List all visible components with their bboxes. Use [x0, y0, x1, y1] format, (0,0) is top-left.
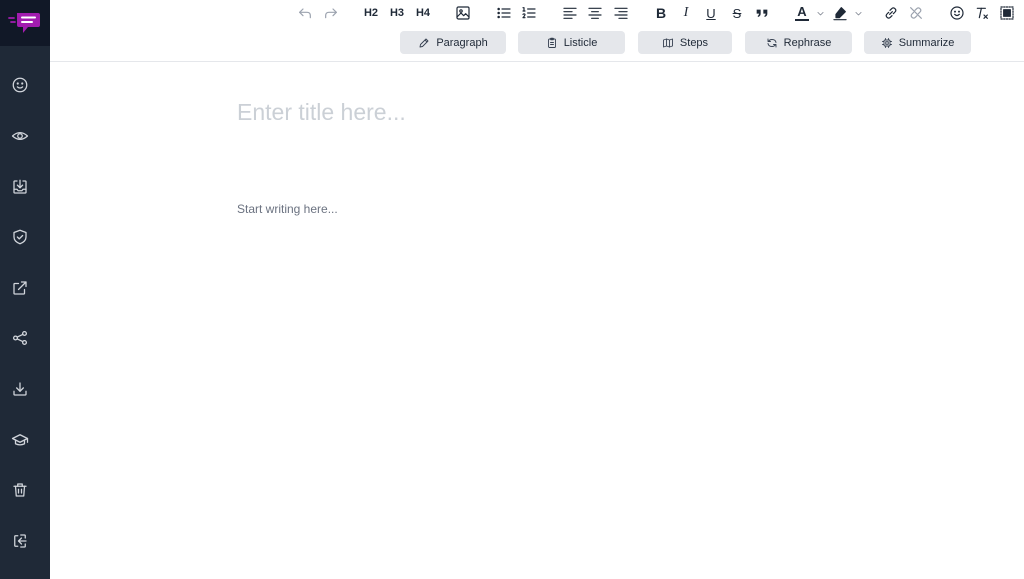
font-color-button[interactable]: A: [792, 3, 812, 23]
clear-formatting-button[interactable]: [973, 3, 991, 23]
font-color-dropdown[interactable]: [814, 3, 826, 23]
sidebar-item-import[interactable]: [10, 177, 30, 197]
sidebar-item-share[interactable]: [10, 328, 30, 348]
highlighter-icon: [833, 7, 847, 21]
redo-button[interactable]: [322, 3, 340, 23]
italic-button[interactable]: I: [677, 3, 695, 23]
unlink-button[interactable]: [907, 3, 925, 23]
bullet-list-icon: [497, 7, 511, 19]
quote-icon: [756, 9, 768, 17]
summarize-label: Summarize: [898, 36, 955, 49]
font-color-swatch: [795, 19, 809, 21]
editor-toolbar: H2 H3 H4 B I U S A Paragraph Listicle St…: [50, 0, 1024, 62]
map-icon: [662, 38, 673, 47]
align-right-icon: [614, 7, 628, 19]
sidebar-item-learn[interactable]: [10, 430, 30, 450]
title-input[interactable]: [237, 96, 837, 128]
smiley-icon: [12, 77, 28, 93]
select-all-button[interactable]: [998, 3, 1016, 23]
blockquote-button[interactable]: [753, 3, 771, 23]
underline-button[interactable]: U: [702, 3, 720, 23]
steps-label: Steps: [679, 36, 709, 49]
eye-icon: [11, 131, 29, 141]
undo-button[interactable]: [296, 3, 314, 23]
image-icon: [456, 6, 470, 20]
sidebar-item-open-external[interactable]: [10, 278, 30, 298]
insert-image-button[interactable]: [454, 3, 472, 23]
numbered-list-button[interactable]: [520, 3, 538, 23]
heading-4-button[interactable]: H4: [412, 3, 434, 23]
chevron-down-icon: [817, 11, 823, 15]
redo-icon: [325, 8, 337, 19]
highlight-color-dropdown[interactable]: [852, 3, 864, 23]
font-color-letter: A: [797, 4, 807, 19]
bold-button[interactable]: B: [652, 3, 670, 23]
chevron-down-icon: [855, 11, 861, 15]
unlink-icon: [910, 7, 922, 19]
sidebar-item-emoji[interactable]: [10, 75, 30, 95]
listicle-label: Listicle: [563, 36, 598, 49]
highlight-color-button[interactable]: [830, 3, 850, 23]
app-logo[interactable]: [0, 0, 50, 46]
align-left-button[interactable]: [561, 3, 579, 23]
clear-format-icon: [976, 7, 988, 19]
heading-3-button[interactable]: H3: [386, 3, 408, 23]
graduation-cap-icon: [11, 434, 29, 446]
summarize-button[interactable]: Summarize: [864, 31, 971, 54]
smiley-icon: [950, 6, 964, 20]
sidebar: [0, 0, 50, 579]
inbox-download-icon: [13, 179, 27, 194]
bullet-list-button[interactable]: [495, 3, 513, 23]
external-link-icon: [13, 281, 27, 295]
undo-icon: [299, 8, 311, 19]
clipboard-icon: [547, 37, 556, 48]
insert-emoji-button[interactable]: [948, 3, 966, 23]
rephrase-label: Rephrase: [783, 36, 832, 49]
chip-icon: [881, 37, 892, 48]
sidebar-item-download[interactable]: [10, 379, 30, 399]
shield-check-icon: [13, 229, 27, 245]
steps-button[interactable]: Steps: [638, 31, 732, 54]
sidebar-item-delete[interactable]: [10, 480, 30, 500]
body-editor[interactable]: [237, 199, 837, 219]
strikethrough-button[interactable]: S: [728, 3, 746, 23]
paragraph-button[interactable]: Paragraph: [400, 31, 506, 54]
align-center-button[interactable]: [586, 3, 604, 23]
share-icon: [12, 330, 28, 346]
heading-2-button[interactable]: H2: [360, 3, 382, 23]
pencil-icon: [419, 38, 429, 47]
rephrase-button[interactable]: Rephrase: [745, 31, 852, 54]
insert-link-button[interactable]: [882, 3, 900, 23]
refresh-icon: [767, 38, 777, 47]
align-right-button[interactable]: [612, 3, 630, 23]
logout-icon: [14, 534, 27, 548]
trash-icon: [13, 483, 27, 497]
paragraph-label: Paragraph: [436, 36, 488, 49]
sidebar-item-security[interactable]: [10, 227, 30, 247]
numbered-list-icon: [522, 7, 536, 19]
listicle-button[interactable]: Listicle: [518, 31, 625, 54]
sidebar-item-logout[interactable]: [10, 531, 30, 551]
sidebar-item-preview[interactable]: [10, 126, 30, 146]
chat-bubble-logo-icon: [8, 13, 40, 33]
download-icon: [13, 382, 27, 396]
align-center-icon: [588, 7, 602, 19]
link-icon: [885, 7, 897, 19]
select-box-icon: [1000, 6, 1014, 20]
align-left-icon: [563, 7, 577, 19]
